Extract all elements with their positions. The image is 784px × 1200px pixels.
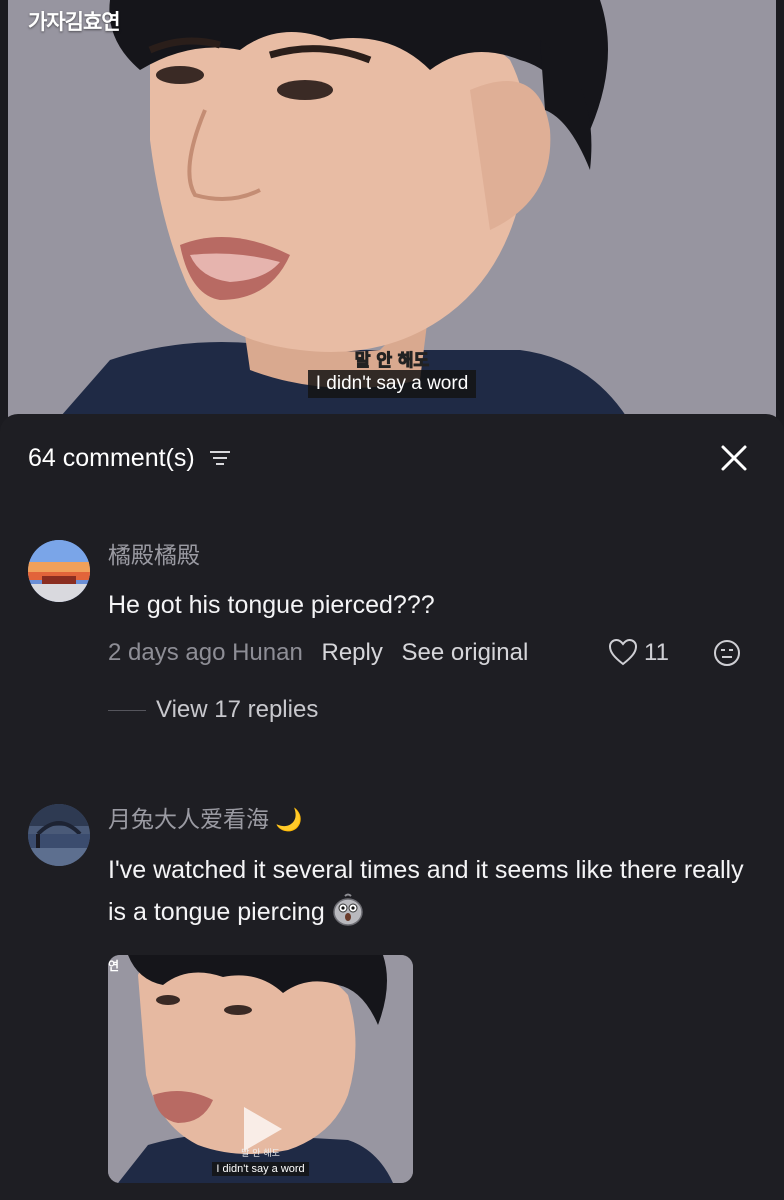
thumbnail-channel-logo: 연 bbox=[108, 959, 120, 973]
see-original-button[interactable]: See original bbox=[402, 639, 529, 666]
comments-sheet: 64 comment(s) 橘殿橘殿 He got his tongue pie… bbox=[0, 414, 784, 1200]
thumbnail-subtitle-korean: 말 안 해도 bbox=[241, 1149, 280, 1159]
comment-item: 月兔大人爱看海 🌙 I've watched it several times a… bbox=[28, 804, 756, 1200]
video-player[interactable]: 가자김효연 말 안 해도 I didn't say a word bbox=[0, 0, 784, 440]
subtitle-korean: 말 안 해도 bbox=[354, 351, 430, 371]
thumbnail-subtitle-english: I didn't say a word bbox=[212, 1162, 309, 1176]
avatar[interactable] bbox=[28, 540, 90, 602]
like-count: 11 bbox=[644, 639, 669, 666]
pigeon-shocked-emoji bbox=[331, 893, 365, 927]
reply-divider bbox=[108, 710, 146, 711]
comment-location: Hunan bbox=[232, 639, 303, 666]
channel-logo: 가자김효연 bbox=[28, 10, 121, 34]
subtitle-english: I didn't say a word bbox=[307, 370, 477, 398]
comment-count: 64 comment(s) bbox=[28, 444, 195, 472]
close-icon[interactable] bbox=[720, 444, 748, 472]
avatar[interactable] bbox=[28, 804, 90, 866]
comment-text: He got his tongue pierced??? bbox=[108, 591, 435, 619]
sort-filter-icon[interactable] bbox=[209, 449, 231, 467]
comment-meta: 2 days ago Hunan Reply See original 11 bbox=[108, 636, 756, 670]
video-thumbnail[interactable]: 연 말 안 해도 I didn't say a word bbox=[108, 955, 413, 1183]
view-replies-button[interactable]: View 17 replies bbox=[108, 692, 756, 728]
thumbnail-subtitles: 말 안 해도 I didn't say a word bbox=[108, 1149, 413, 1177]
comment-text-content: I've watched it several times and it see… bbox=[108, 856, 744, 926]
comment-time: 2 days ago bbox=[108, 639, 226, 666]
heart-icon bbox=[608, 638, 638, 665]
username-text: 月兔大人爱看海 bbox=[108, 806, 269, 832]
comment-text: I've watched it several times and it see… bbox=[108, 849, 756, 933]
reply-button[interactable]: Reply bbox=[322, 639, 383, 666]
like-button[interactable]: 11 bbox=[608, 636, 669, 670]
moon-emoji: 🌙 bbox=[275, 807, 303, 832]
comments-header: 64 comment(s) bbox=[28, 440, 756, 476]
comment-item: 橘殿橘殿 He got his tongue pierced??? 2 days… bbox=[28, 540, 756, 760]
view-replies-label: View 17 replies bbox=[156, 696, 319, 723]
emoji-reaction-icon[interactable] bbox=[712, 638, 742, 668]
play-icon[interactable] bbox=[238, 1103, 286, 1155]
comment-username[interactable]: 月兔大人爱看海 🌙 bbox=[108, 804, 756, 835]
video-subtitles: 말 안 해도 I didn't say a word bbox=[0, 352, 784, 398]
comment-username[interactable]: 橘殿橘殿 bbox=[108, 540, 756, 570]
